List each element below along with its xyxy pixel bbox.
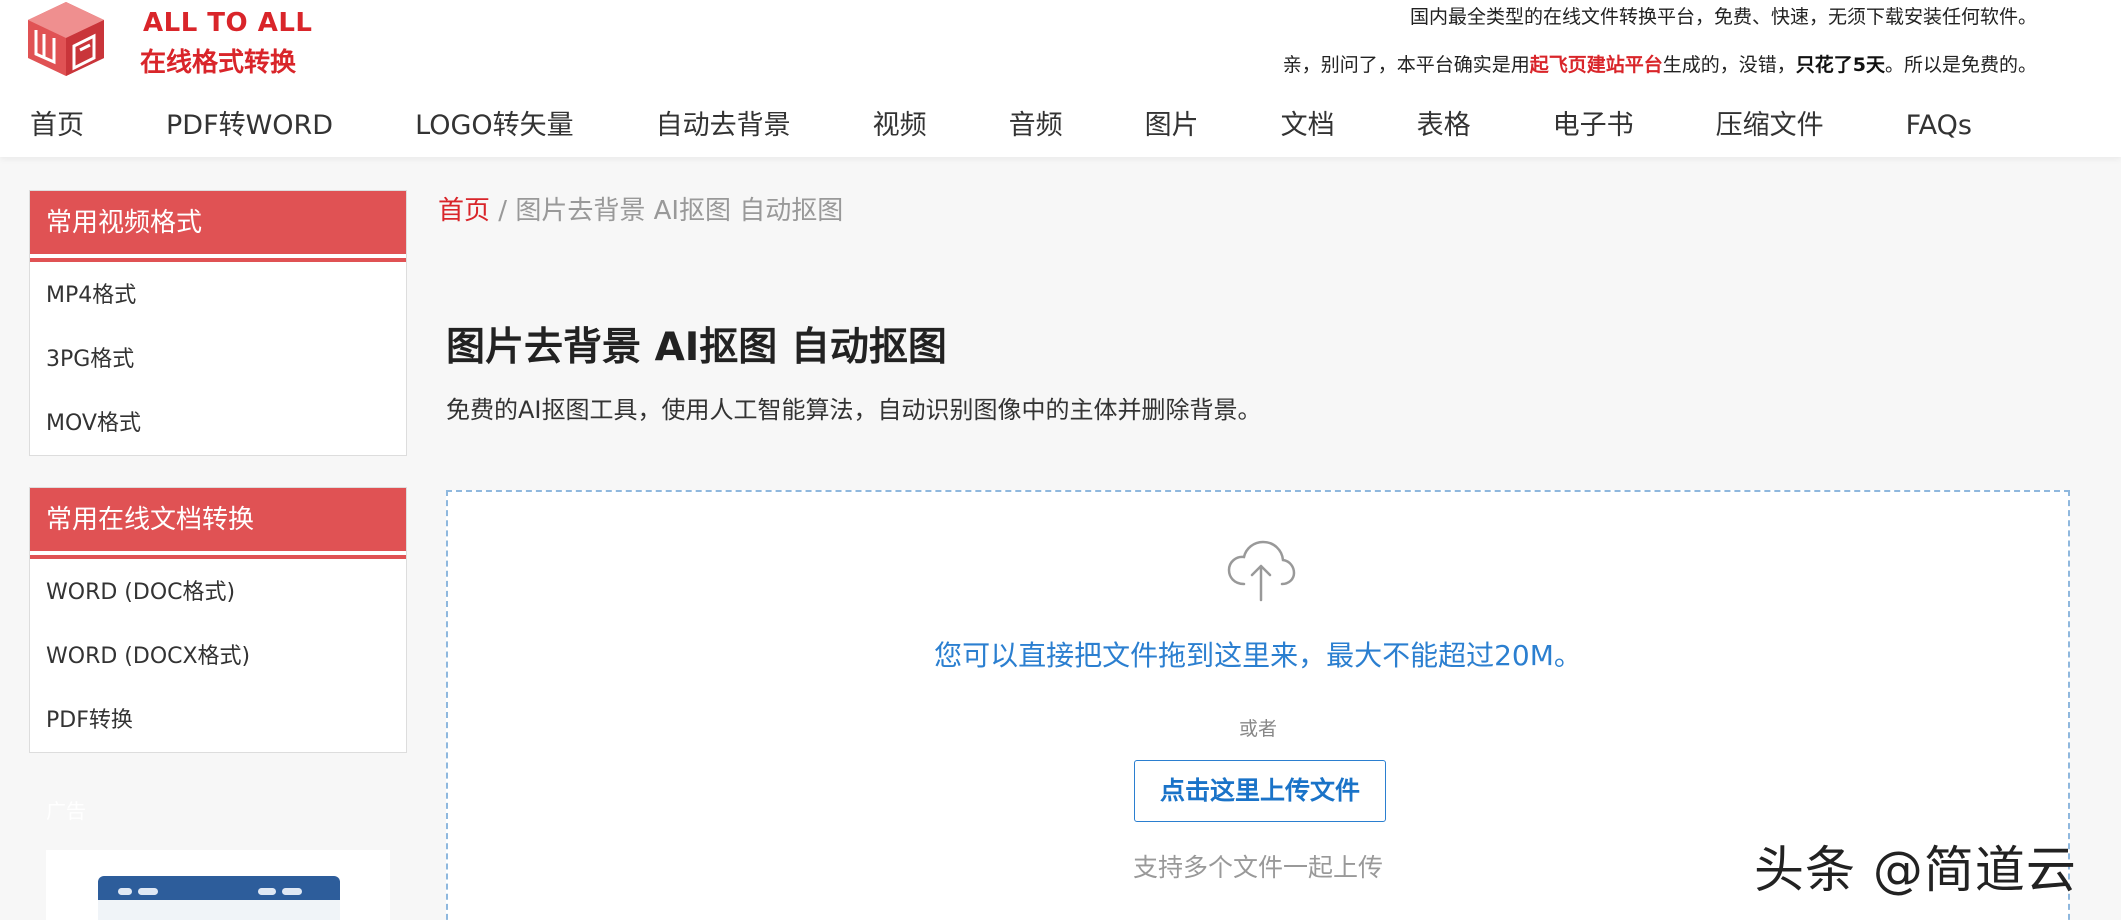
or-divider-text: 或者 [1238,718,1277,740]
tagline-platform-link[interactable]: 起飞页建站平台 [1530,54,1663,76]
sidebar-video-formats: 常用视频格式 MP4格式 3PG格式 MOV格式 [29,190,407,456]
tagline-bold: 只花了5天 [1795,54,1885,76]
sidebar-item-pdf[interactable]: PDF转换 [30,689,406,753]
nav-item-pdf-to-word[interactable]: PDF转WORD [166,108,333,148]
page-subtitle: 免费的AI抠图工具，使用人工智能算法，自动识别图像中的主体并删除背景。 [446,396,1262,424]
tagline-middle: 生成的，没错， [1662,54,1796,76]
site-header: ALL TO ALL 在线格式转换 国内最全类型的在线文件转换平台，免费、快速，… [0,0,2121,157]
logo-icon[interactable] [24,0,108,78]
nav-item-remove-background[interactable]: 自动去背景 [656,108,791,148]
breadcrumb: 首页 / 图片去背景 AI抠图 自动抠图 [438,190,843,227]
breadcrumb-home[interactable]: 首页 [438,196,490,226]
tagline-bottom: 亲，别问了，本平台确实是用起飞页建站平台生成的，没错，只花了5天。所以是免费的。 [1283,50,2037,77]
nav-item-image[interactable]: 图片 [1145,108,1199,148]
sidebar-video-title: 常用视频格式 [30,191,406,258]
ad-pill-graphic [282,888,302,895]
sidebar-item-3pg[interactable]: 3PG格式 [30,328,406,392]
nav-item-ebook[interactable]: 电子书 [1553,108,1634,148]
ad-pill-graphic [138,888,158,895]
sidebar-doc-title: 常用在线文档转换 [30,488,406,555]
main-nav: 首页 PDF转WORD LOGO转矢量 自动去背景 视频 音频 图片 文档 表格… [30,108,2054,148]
ad-pill-graphic [118,888,132,895]
sidebar-item-mov[interactable]: MOV格式 [30,392,406,456]
sidebar-video-list: MP4格式 3PG格式 MOV格式 [30,258,406,456]
drop-instructions: 您可以直接把文件拖到这里来，最大不能超过20M。 [934,639,1582,672]
ad-pill-graphic [258,888,276,895]
ad-row-graphic [98,900,340,920]
nav-item-document[interactable]: 文档 [1281,108,1335,148]
nav-item-home[interactable]: 首页 [30,108,84,148]
ad-image[interactable] [46,850,390,920]
breadcrumb-current: 图片去背景 AI抠图 自动抠图 [515,196,844,226]
nav-item-video[interactable]: 视频 [873,108,927,148]
tagline-top: 国内最全类型的在线文件转换平台，免费、快速，无须下载安装任何软件。 [1409,6,2037,28]
logo-text-cn[interactable]: 在线格式转换 [140,42,296,79]
upload-file-button[interactable]: 点击这里上传文件 [1134,760,1386,822]
nav-item-faqs[interactable]: FAQs [1906,108,1972,148]
tagline-suffix: 。所以是免费的。 [1884,54,2037,76]
sidebar-item-mp4[interactable]: MP4格式 [30,264,406,328]
logo-text-en[interactable]: ALL TO ALL [143,8,312,38]
tagline-prefix: 亲，别问了，本平台确实是用 [1282,54,1530,76]
sidebar-doc-list: WORD (DOC格式) WORD (DOCX格式) PDF转换 [30,555,406,753]
nav-item-logo-vector[interactable]: LOGO转矢量 [415,108,574,148]
cloud-upload-icon [1227,540,1296,602]
sidebar-item-word-doc[interactable]: WORD (DOC格式) [30,561,406,625]
nav-item-spreadsheet[interactable]: 表格 [1417,108,1471,148]
nav-item-archive[interactable]: 压缩文件 [1716,108,1824,148]
breadcrumb-separator: / [490,196,516,226]
sidebar-item-word-docx[interactable]: WORD (DOCX格式) [30,625,406,689]
nav-item-audio[interactable]: 音频 [1009,108,1063,148]
ad-label: 广告 [46,799,86,823]
sidebar-doc-conversion: 常用在线文档转换 WORD (DOC格式) WORD (DOCX格式) PDF转… [29,487,407,753]
watermark-text: 头条 @简道云 [1754,841,2077,899]
page-title: 图片去背景 AI抠图 自动抠图 [446,325,947,370]
